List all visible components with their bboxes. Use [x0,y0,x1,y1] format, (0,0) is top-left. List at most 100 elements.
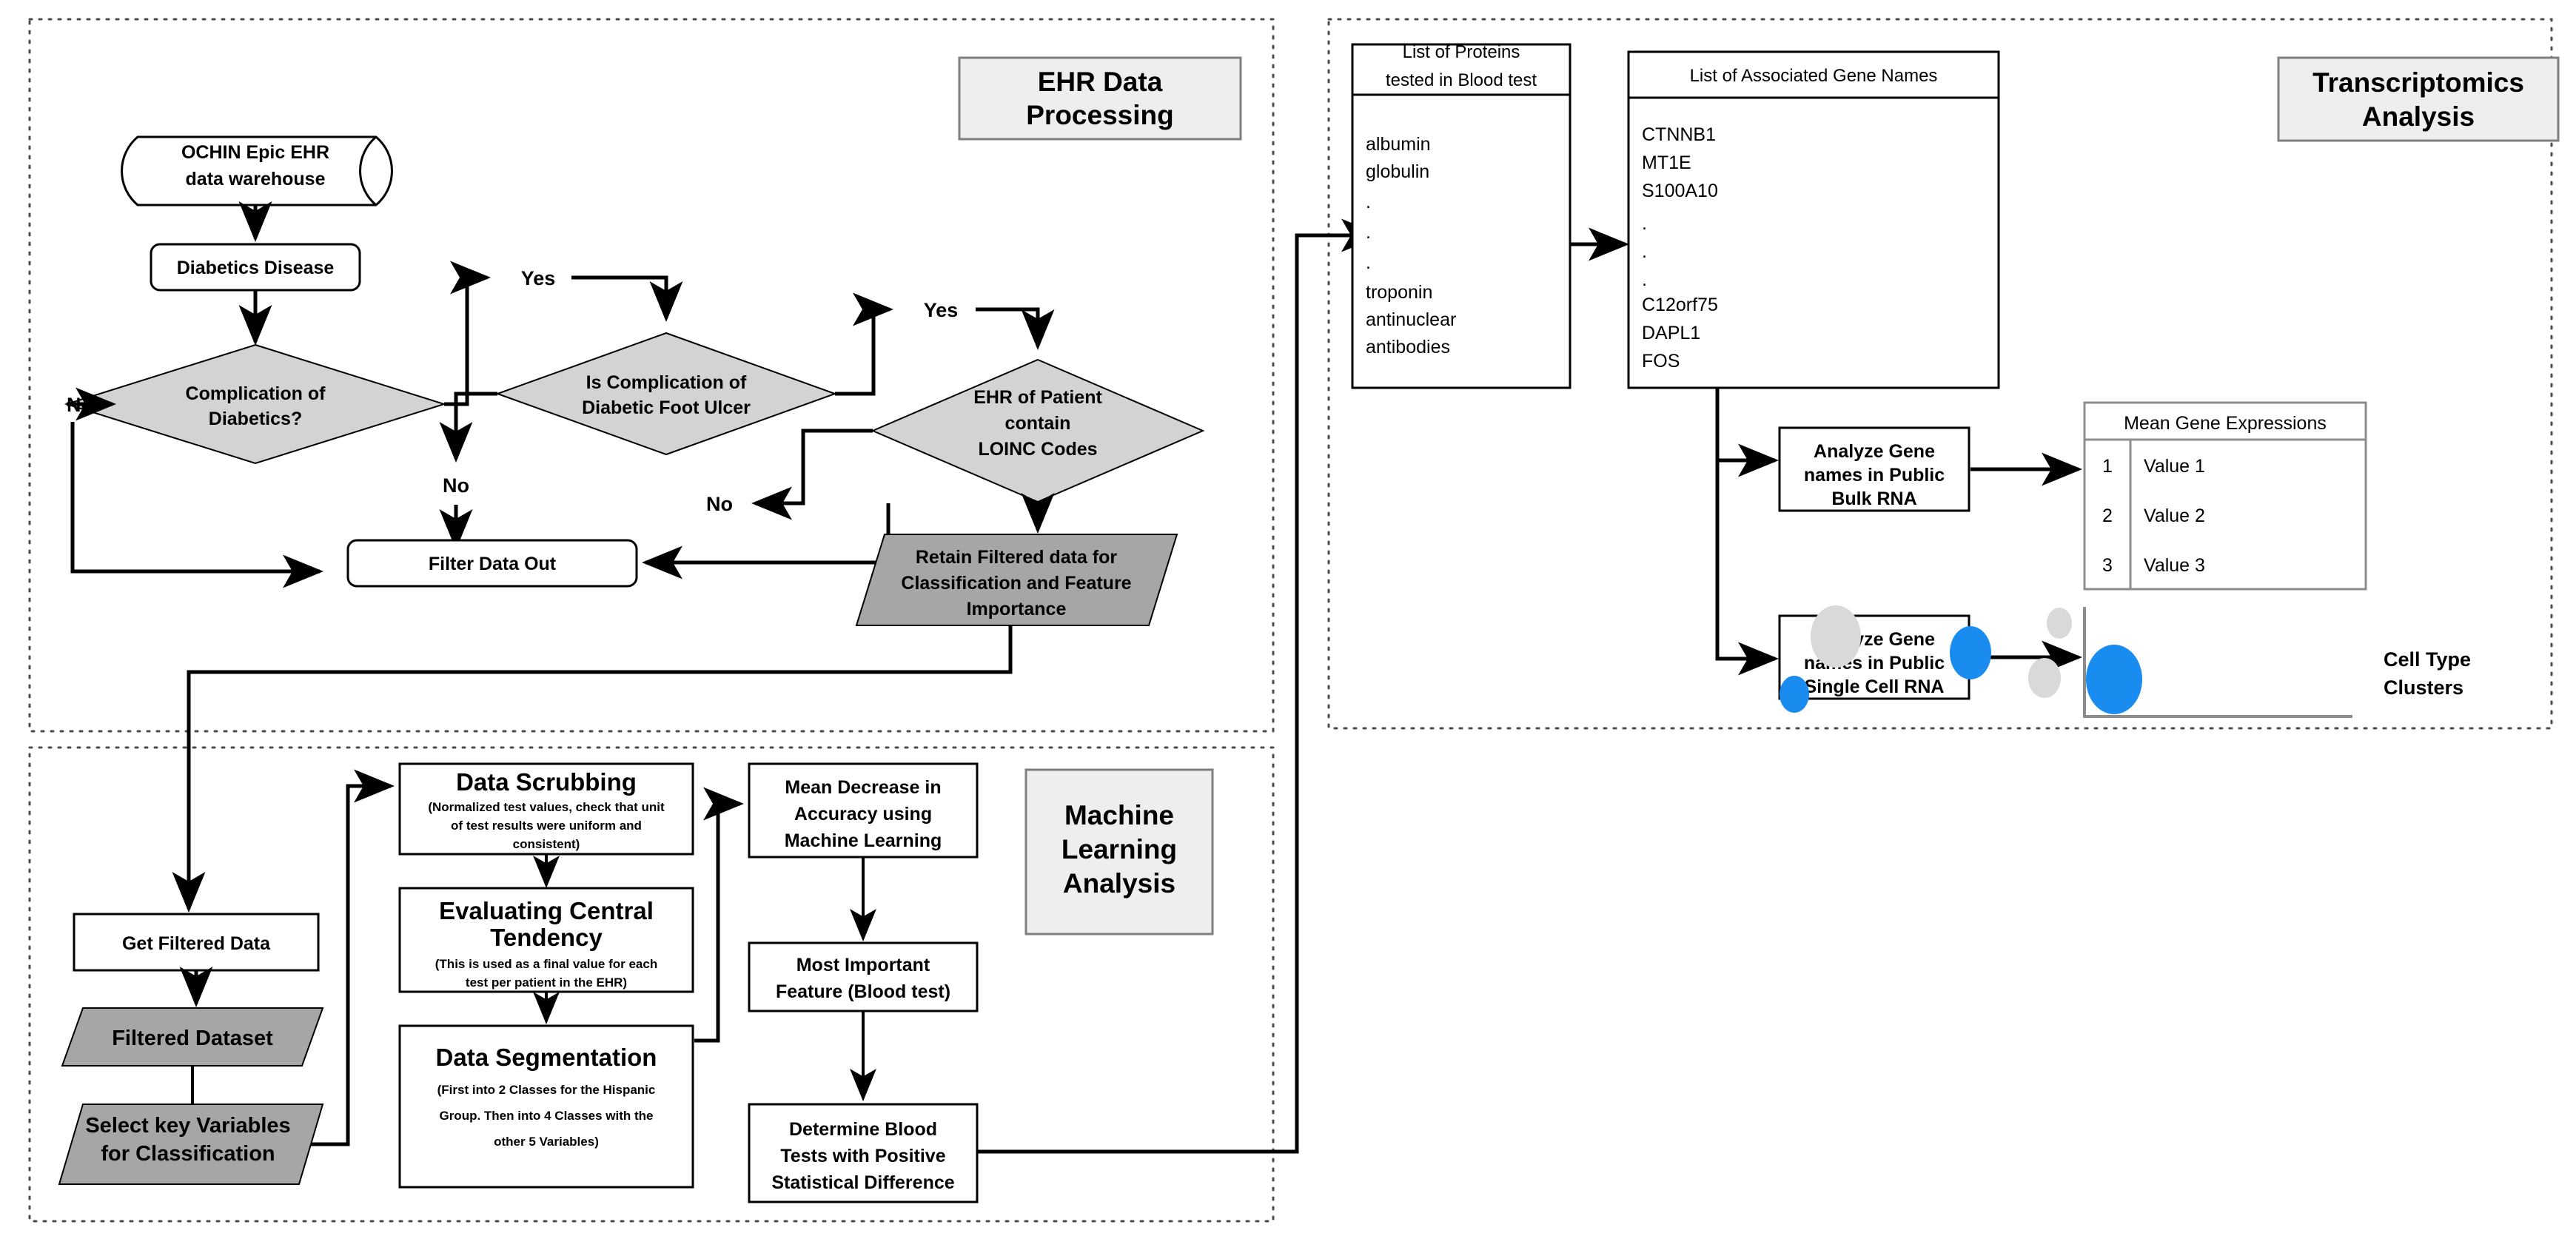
proteins-header-line1: List of Proteins [1403,42,1520,62]
node-filtered-dataset-label: Filtered Dataset [112,1027,273,1050]
node-data-scrubbing-sub2: of test results were uniform and [451,819,642,833]
table-row-value: Value 2 [2144,506,2205,526]
cluster-bubble [1811,605,1861,668]
protein-item: antinuclear [1366,309,1456,330]
node-central-tendency-sub1: (This is used as a final value for each [435,957,657,971]
node-mda-line3: Machine Learning [785,830,942,851]
node-determine-line2: Tests with Positive [780,1146,945,1166]
node-central-tendency-sub2: test per patient in the EHR) [466,975,627,990]
node-evaluating-central-tendency: Evaluating Central Tendency (This is use… [398,887,694,993]
node-decision-diabetic-foot-ulcer: Is Complication of Diabetic Foot Ulcer [495,332,837,456]
edge-label-no-mid: No [443,474,469,497]
panel-title-ehr-line2: Processing [1026,100,1173,130]
table-row-index: 1 [2102,456,2113,477]
node-central-tendency-title2: Tendency [490,924,603,951]
edge-label-no-left: No [67,394,93,416]
node-data-segmentation-sub3: other 5 Variables) [494,1135,599,1149]
edge-selectkey-to-datascrubbing [311,769,395,1146]
node-retain-line2: Classification and Feature [901,573,1131,594]
bulk-rna-line3: Bulk RNA [1831,488,1916,509]
node-decision1-line2: Diabetics? [209,409,302,429]
node-data-scrubbing-sub3: consistent) [513,837,580,851]
protein-item: globulin [1366,161,1429,182]
genes-header: List of Associated Gene Names [1690,66,1938,86]
node-determine-blood-tests: Determine Blood Tests with Positive Stat… [748,1103,979,1203]
node-data-scrubbing-sub1: (Normalized test values, check that unit [428,800,665,814]
node-decision3-line2: contain [1005,413,1071,434]
node-decision3-line3: LOINC Codes [978,439,1097,460]
panel-title-transcriptomics-line1: Transcriptomics [2312,67,2524,98]
node-retain-line1: Retain Filtered data for [916,547,1118,568]
table-row-value: Value 1 [2144,456,2205,477]
node-data-scrubbing-title: Data Scrubbing [456,768,637,796]
node-data-scrubbing: Data Scrubbing (Normalized test values, … [398,762,694,856]
node-mean-decrease-accuracy: Mean Decrease in Accuracy using Machine … [748,762,979,859]
gene-item: MT1E [1642,152,1691,173]
node-data-segmentation-sub2: Group. Then into 4 Classes with the [439,1109,653,1123]
cluster-bubble [1950,626,1991,679]
node-select-key-line2: for Classification [101,1142,275,1166]
node-filtered-dataset: Filtered Dataset [61,1007,324,1067]
node-determine-line1: Determine Blood [789,1119,937,1140]
cluster-bubble [2086,645,2142,714]
edge-yes1-to-decision2 [571,275,683,322]
edge-decision2-yes [835,292,893,396]
protein-item: albumin [1366,134,1431,155]
single-cell-line3: Single Cell RNA [1805,676,1945,697]
bulk-rna-line2: names in Public [1804,465,1945,486]
node-data-segmentation-title: Data Segmentation [436,1044,657,1071]
flowchart-canvas: EHR Data Processing OCHIN Epic EHR data … [0,0,2576,1236]
gene-item: C12orf75 [1642,295,1718,315]
node-filter-data-out: Filter Data Out [346,539,638,588]
bulk-rna-line1: Analyze Gene [1814,441,1935,462]
table-row-index: 3 [2102,555,2113,576]
edge-decision1-yes [444,261,491,406]
cluster-bubble [2028,658,2061,698]
edge-yes2-to-decision3 [976,307,1055,350]
gene-item: CTNNB1 [1642,124,1716,145]
list-box-genes: List of Associated Gene Names CTNNB1 MT1… [1627,50,2000,389]
node-decision2-line2: Diabetic Foot Ulcer [582,397,751,418]
gene-item: FOS [1642,351,1680,372]
edge-label-yes-1: Yes [521,267,556,289]
proteins-header-line2: tested in Blood test [1386,70,1537,90]
node-decision-loinc-codes: EHR of Patient contain LOINC Codes [871,358,1205,503]
node-decision1-line1: Complication of [186,383,326,404]
gene-item: . [1642,213,1647,234]
node-data-segmentation: Data Segmentation (First into 2 Classes … [398,1024,694,1189]
node-mif-line1: Most Important [796,955,930,975]
node-ochin-line2: data warehouse [186,169,326,189]
panel-title-ml-line2: Learning [1061,834,1177,864]
list-box-proteins: List of Proteins tested in Blood test al… [1351,42,1572,389]
edge-segmentation-to-mda [694,787,744,1043]
node-select-key-line1: Select key Variables [85,1114,290,1138]
cluster-bubble [2047,608,2072,639]
edge-genes-to-single-cell-rna [1715,388,1779,676]
node-diabetics-disease: Diabetics Disease [150,243,361,292]
node-mda-line2: Accuracy using [794,804,932,824]
node-get-filtered-data-label: Get Filtered Data [122,933,271,954]
node-ochin-datastore: OCHIN Epic EHR data warehouse [121,135,393,206]
panel-title-ml-line1: Machine [1064,800,1174,830]
node-get-filtered-data: Get Filtered Data [73,913,320,972]
table-mean-gene-expressions: Mean Gene Expressions 1 Value 1 2 Value … [2083,401,2367,591]
node-decision-complication-of-diabetics: Complication of Diabetics? [64,343,447,465]
gene-item: . [1642,241,1647,262]
node-mda-line1: Mean Decrease in [785,777,941,798]
protein-item: . [1366,222,1371,243]
protein-item: . [1366,252,1371,273]
node-mif-line2: Feature (Blood test) [776,981,950,1002]
node-determine-line3: Statistical Difference [771,1172,954,1193]
panel-title-transcriptomics-line2: Analysis [2362,101,2475,132]
cluster-label-line2: Clusters [2384,676,2463,699]
node-diabetics-disease-label: Diabetics Disease [177,258,335,278]
table-title-mean-gene-expressions: Mean Gene Expressions [2124,413,2327,434]
edge-label-no-right: No [706,493,733,515]
node-central-tendency-title1: Evaluating Central [439,897,654,924]
gene-item: DAPL1 [1642,323,1700,343]
node-select-key-variables: Select key Variables for Classification [58,1104,324,1185]
panel-title-ml-line3: Analysis [1063,868,1175,899]
gene-item: S100A10 [1642,181,1718,201]
node-analyze-bulk-rna: Analyze Gene names in Public Bulk RNA [1778,426,1970,512]
protein-item: antibodies [1366,337,1450,357]
